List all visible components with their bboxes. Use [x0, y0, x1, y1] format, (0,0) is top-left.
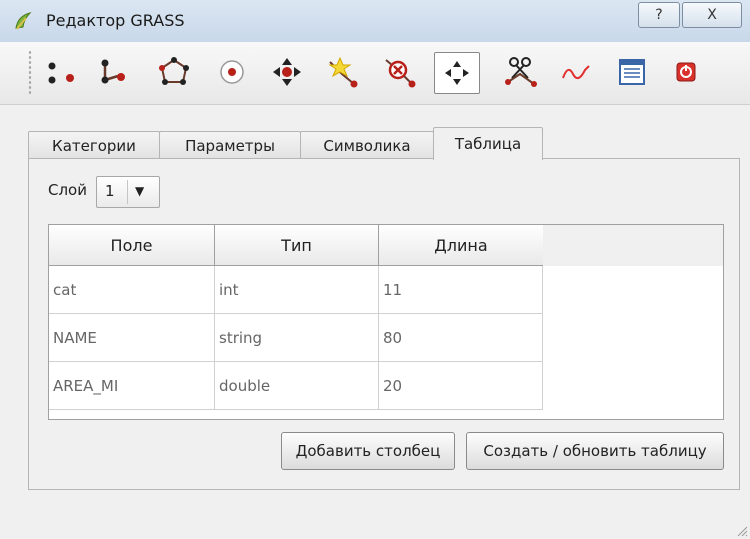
button-label: Создать / обновить таблицу	[483, 442, 707, 460]
split-line-tool[interactable]	[500, 52, 544, 92]
column-header-field[interactable]: Поле	[49, 225, 215, 266]
new-line-icon	[101, 59, 125, 84]
delete-vertex-tool[interactable]	[378, 52, 422, 92]
table-header-empty	[543, 225, 723, 266]
new-point-tool[interactable]	[40, 52, 84, 92]
tab-label: Параметры	[185, 136, 275, 155]
cell-length[interactable]: 20	[379, 362, 543, 409]
add-vertex-tool[interactable]	[320, 52, 364, 92]
add-vertex-icon	[328, 56, 358, 88]
help-label: ?	[655, 7, 663, 23]
tab-symbology[interactable]: Символика	[300, 131, 434, 159]
tab-label: Символика	[323, 136, 411, 155]
layer-select[interactable]: 1 ▼	[96, 176, 160, 208]
combo-divider	[127, 180, 128, 204]
new-centroid-tool[interactable]	[210, 52, 254, 92]
tab-parameters[interactable]: Параметры	[159, 131, 301, 159]
qgis-app-icon	[15, 12, 32, 30]
resize-grip-icon[interactable]	[734, 523, 748, 537]
move-vertex-icon	[273, 58, 301, 86]
window-title: Редактор GRASS	[46, 11, 185, 30]
split-line-icon	[505, 57, 537, 87]
move-element-icon	[445, 61, 469, 85]
new-boundary-icon	[159, 57, 189, 85]
move-element-tool[interactable]	[434, 52, 480, 94]
tab-table[interactable]: Таблица	[433, 127, 543, 160]
delete-vertex-icon	[385, 59, 416, 88]
table-row[interactable]: cat int 11	[49, 266, 543, 314]
create-update-table-button[interactable]: Создать / обновить таблицу	[466, 432, 724, 470]
cell-field[interactable]: AREA_MI	[49, 362, 215, 409]
new-boundary-tool[interactable]	[152, 52, 196, 92]
editor-toolbar	[0, 42, 750, 105]
cell-field[interactable]: cat	[49, 266, 215, 313]
tab-label: Таблица	[454, 135, 522, 153]
button-label: Добавить столбец	[295, 442, 441, 460]
toolbar-grip[interactable]	[28, 50, 32, 96]
cell-length[interactable]: 11	[379, 266, 543, 313]
move-vertex-tool[interactable]	[265, 52, 309, 92]
new-point-icon	[48, 62, 74, 84]
tab-label: Категории	[52, 136, 136, 155]
cell-type[interactable]: int	[215, 266, 379, 313]
edit-attributes-tool[interactable]	[610, 52, 654, 92]
grass-editor-window: Редактор GRASS ? X Категории Параметры С…	[0, 0, 750, 539]
title-bar: Редактор GRASS ? X	[0, 0, 750, 43]
close-editor-tool[interactable]	[664, 52, 708, 92]
header-label: Тип	[281, 235, 312, 255]
cell-type[interactable]: double	[215, 362, 379, 409]
delete-element-tool[interactable]	[554, 52, 598, 92]
cell-field[interactable]: NAME	[49, 314, 215, 361]
delete-element-icon	[562, 65, 590, 80]
chevron-down-icon: ▼	[135, 184, 145, 198]
tab-categories[interactable]: Категории	[28, 131, 160, 159]
layer-label: Слой	[48, 181, 87, 199]
fields-table: Поле Тип Длина cat int 11 NAME string 80…	[48, 224, 724, 420]
add-column-button[interactable]: Добавить столбец	[281, 432, 455, 470]
column-header-length[interactable]: Длина	[379, 225, 544, 266]
edit-attributes-icon	[619, 59, 645, 85]
table-row[interactable]: NAME string 80	[49, 314, 543, 362]
layer-select-value: 1	[105, 182, 115, 200]
close-window-button[interactable]: X	[682, 2, 742, 28]
close-label: X	[707, 7, 717, 23]
table-row[interactable]: AREA_MI double 20	[49, 362, 543, 410]
new-centroid-icon	[220, 60, 244, 84]
cell-length[interactable]: 80	[379, 314, 543, 361]
close-editor-icon	[676, 62, 696, 82]
column-header-type[interactable]: Тип	[215, 225, 379, 266]
header-label: Поле	[110, 235, 153, 255]
header-label: Длина	[434, 235, 488, 255]
new-line-tool[interactable]	[92, 52, 136, 92]
cell-type[interactable]: string	[215, 314, 379, 361]
help-button[interactable]: ?	[638, 2, 680, 28]
